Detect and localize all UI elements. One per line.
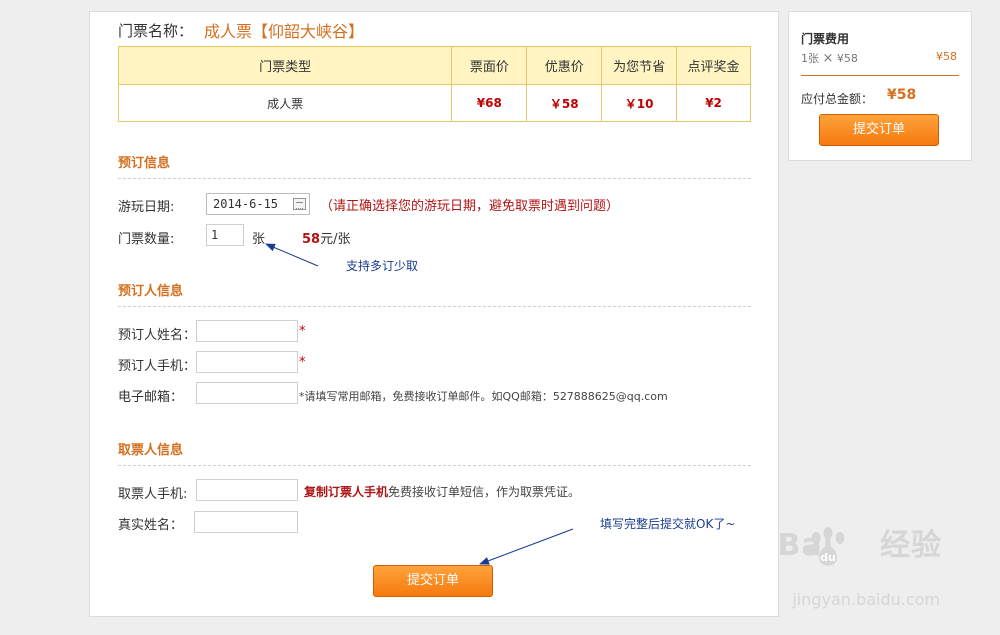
- times-icon: ×: [822, 51, 834, 66]
- arrow-to-quantity: [265, 243, 319, 267]
- cost-line-unit: ¥58: [836, 52, 858, 65]
- annotation-arrows: [265, 243, 574, 565]
- cost-summary-panel: 门票费用 1张 × ¥58 ¥58 应付总金额： ¥58 提交订单: [788, 11, 972, 161]
- baidu-watermark: Bai 经验: [778, 520, 942, 564]
- total-amount-value: ¥58: [887, 87, 917, 103]
- order-form-panel: 门票名称： 成人票【仰韶大峡谷】 门票类型 票面价 优惠价 为您节省 点评奖金 …: [89, 11, 779, 617]
- sidebar-submit-order-button[interactable]: 提交订单: [819, 114, 939, 146]
- arrow-to-submit: [479, 528, 574, 565]
- cost-line-qty: 1张: [801, 52, 819, 65]
- cost-line-price: ¥58: [936, 50, 957, 63]
- divider: [801, 75, 959, 76]
- total-amount-label: 应付总金额：: [801, 92, 874, 106]
- watermark-brand-suffix: 经验: [880, 528, 942, 563]
- svg-text:du: du: [820, 551, 836, 564]
- cost-line: 1张 × ¥58: [801, 50, 858, 66]
- cost-summary-title: 门票费用: [801, 32, 850, 46]
- watermark-url: jingyan.baidu.com: [792, 590, 940, 609]
- paw-icon: du: [807, 527, 845, 566]
